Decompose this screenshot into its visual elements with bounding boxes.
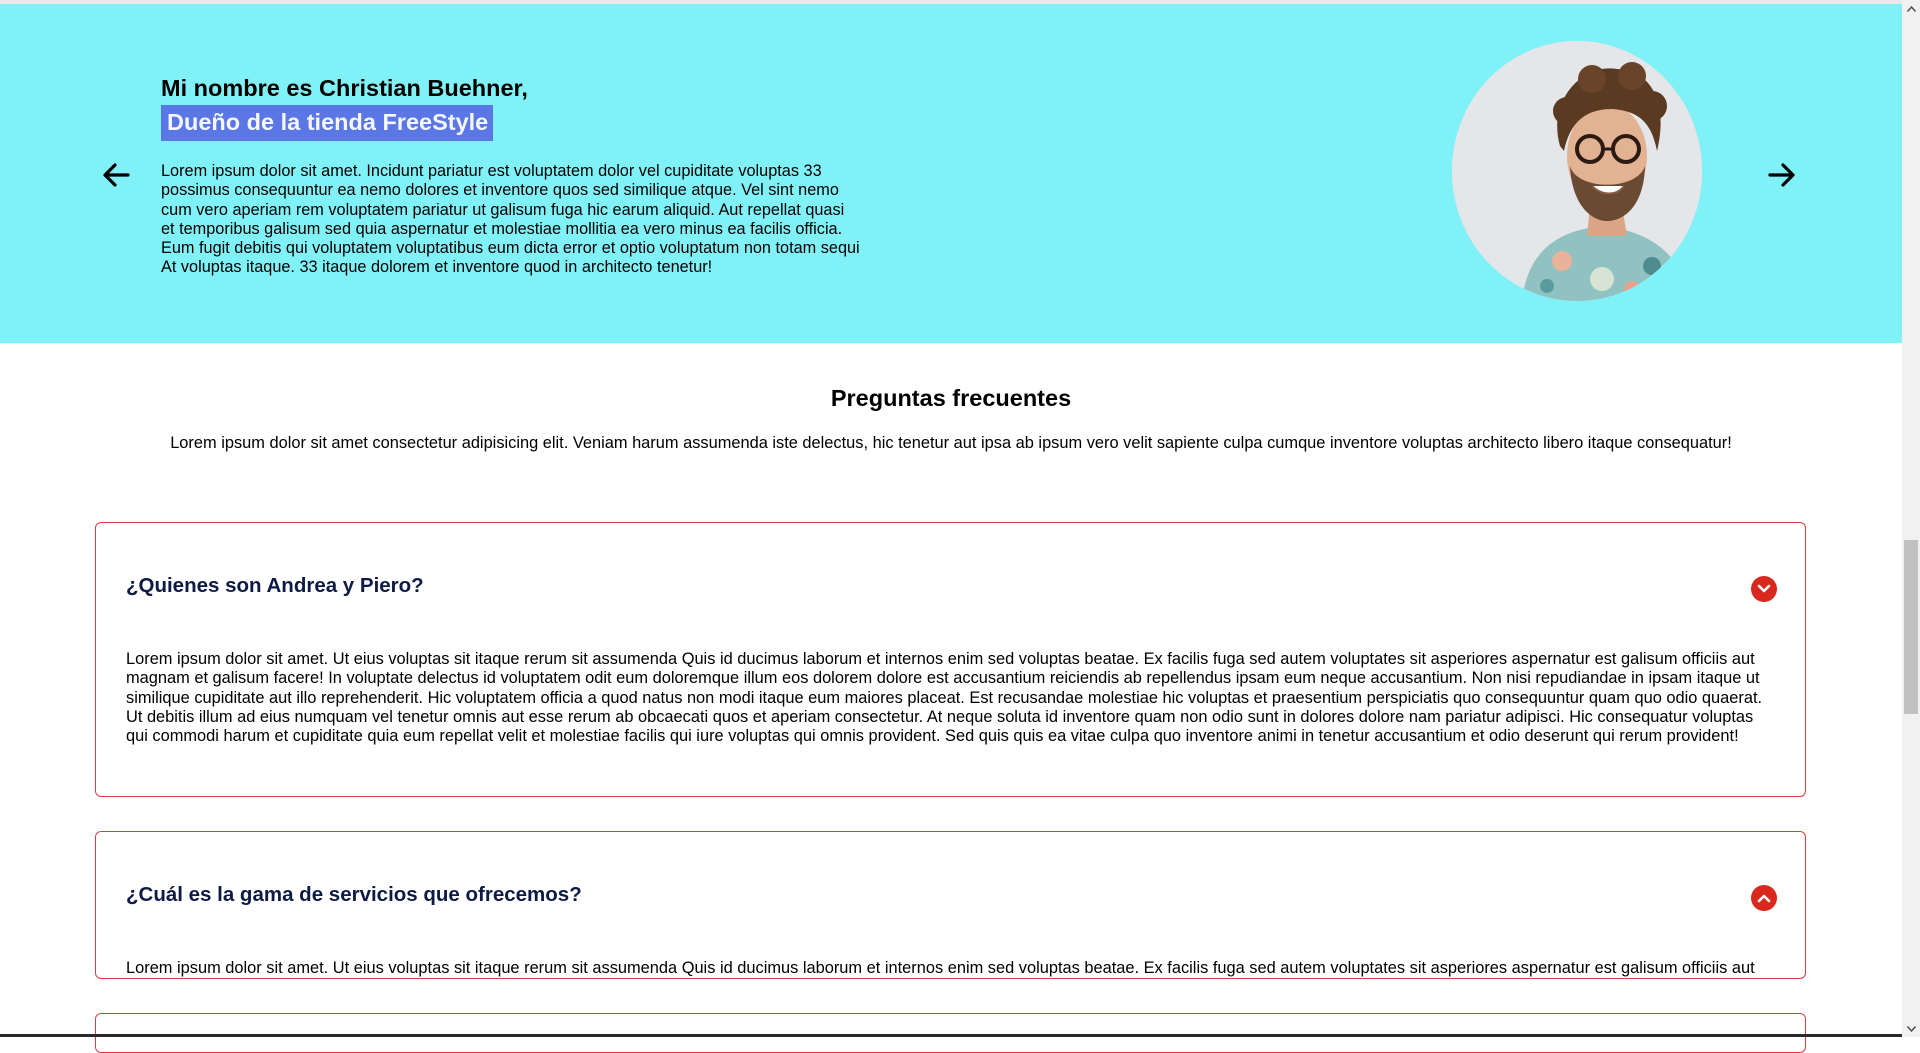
testimonial-role: Dueño de la tienda FreeStyle — [161, 105, 494, 141]
testimonial-text: Mi nombre es Christian Buehner, Dueño de… — [161, 74, 861, 278]
faq-title: Preguntas frecuentes — [830, 385, 1072, 411]
faq-toggle-button[interactable] — [1751, 885, 1777, 911]
faq-item[interactable] — [95, 1013, 1806, 1053]
faq-question[interactable]: ¿Cuál es la gama de servicios que ofrece… — [126, 883, 582, 907]
faq-intro: Lorem ipsum dolor sit amet consectetur a… — [170, 434, 1732, 452]
carousel-next-button[interactable] — [1762, 155, 1802, 195]
testimonial-hero: Mi nombre es Christian Buehner, Dueño de… — [0, 4, 1902, 343]
carousel-prev-button[interactable] — [96, 155, 136, 195]
scrollbar-thumb[interactable] — [1904, 540, 1918, 714]
caret-down-icon — [1906, 1025, 1916, 1032]
testimonial-name: Mi nombre es Christian Buehner, — [161, 75, 528, 101]
faq-item[interactable]: ¿Quienes son Andrea y Piero? Lorem ipsum… — [95, 522, 1806, 797]
scroll-up-button[interactable] — [1902, 0, 1920, 17]
faq-question[interactable]: ¿Quienes son Andrea y Piero? — [126, 574, 424, 598]
arrow-right-icon — [1768, 163, 1795, 187]
chevron-down-icon — [1757, 584, 1771, 593]
caret-up-icon — [1906, 5, 1916, 12]
faq-answer: Lorem ipsum dolor sit amet. Ut eius volu… — [126, 959, 1755, 977]
avatar-portrait — [1452, 41, 1702, 301]
faq-item[interactable]: ¿Cuál es la gama de servicios que ofrece… — [95, 831, 1806, 979]
vertical-scrollbar[interactable] — [1902, 0, 1920, 1037]
chevron-up-icon — [1757, 894, 1771, 903]
scroll-down-button[interactable] — [1902, 1020, 1920, 1037]
testimonial-body: Lorem ipsum dolor sit amet. Incidunt par… — [161, 162, 860, 277]
avatar — [1452, 41, 1702, 301]
faq-answer: Lorem ipsum dolor sit amet. Ut eius volu… — [126, 650, 1763, 746]
arrow-left-icon — [103, 163, 130, 187]
faq-toggle-button[interactable] — [1751, 576, 1777, 602]
